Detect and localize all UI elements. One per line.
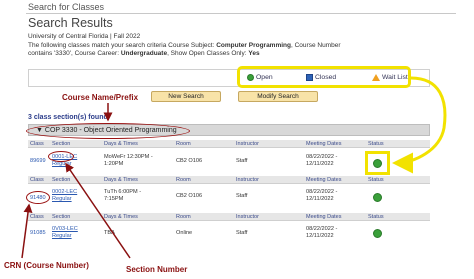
legend-status-connector xyxy=(392,76,447,174)
section-number-annotation: Section Number xyxy=(126,265,188,274)
annotation-overlay xyxy=(21,76,447,259)
crn-arrow xyxy=(21,203,33,259)
crn-annotation: CRN (Course Number) xyxy=(4,261,89,270)
section-number-arrow xyxy=(65,162,131,259)
course-name-annotation: Course Name/Prefix xyxy=(62,93,139,102)
